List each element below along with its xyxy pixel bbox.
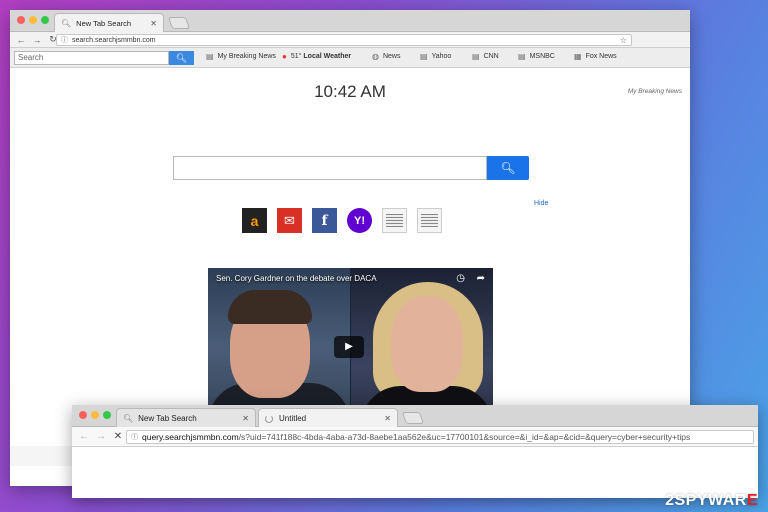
close-window-button[interactable]: [17, 16, 25, 24]
tab-label: New Tab Search: [138, 414, 197, 423]
toolbar-link-news[interactable]: ◍ News: [372, 52, 401, 61]
search-icon: 🔍︎: [500, 161, 516, 175]
toolbar-link-label: News: [382, 53, 401, 60]
search-icon: 🔍︎: [123, 414, 134, 423]
tab-label: Untitled: [279, 414, 307, 423]
toolbar-link-local-weather[interactable]: ● 51° Local Weather: [282, 52, 351, 61]
url-host: query.searchjsmmbn.com: [142, 432, 239, 442]
newspaper-icon: ▤: [472, 52, 480, 61]
toolbar-search-button[interactable]: 🔍︎: [169, 51, 194, 65]
info-icon: ⓘ: [61, 37, 68, 44]
search-icon: 🔍︎: [175, 53, 188, 63]
forward-icon[interactable]: →: [32, 35, 42, 45]
minimize-window-button[interactable]: [29, 16, 37, 24]
search-icon: 🔍︎: [61, 19, 72, 28]
tab-new-tab-search[interactable]: 🔍︎ New Tab Search ✕: [116, 408, 256, 428]
toolbar-link-msnbc[interactable]: ▤ MSNBC: [518, 52, 555, 61]
brand-label[interactable]: My Breaking News: [628, 88, 682, 95]
tab-new-tab-search[interactable]: 🔍︎ New Tab Search ✕: [54, 13, 164, 33]
tab-bar: 🔍︎ New Tab Search ✕: [10, 10, 690, 33]
address-bar: ← → ↻ ⓘ search.searchjsmmbn.com ☆: [10, 32, 690, 48]
yahoo-icon: Y!: [354, 214, 365, 227]
newspaper-icon: [386, 214, 403, 227]
globe-icon: ◍: [372, 52, 379, 61]
weather-icon: ●: [282, 52, 287, 61]
browser-window-secondary: 🔍︎ New Tab Search ✕ Untitled ✕ ← → ✕ ⓘ q…: [72, 405, 758, 498]
newspaper-icon: [421, 214, 438, 227]
main-search-input[interactable]: [173, 156, 487, 180]
quick-links: a ✉ f Y!: [242, 208, 442, 233]
url-input[interactable]: ⓘ search.searchjsmmbn.com ☆: [56, 34, 632, 46]
news-tile-1[interactable]: [382, 208, 407, 233]
address-bar: ← → ✕ ⓘ query.searchjsmmbn.com/s?uid=741…: [72, 427, 758, 447]
toolbar-link-label: My Breaking News: [217, 53, 276, 60]
news-tile-2[interactable]: [417, 208, 442, 233]
url-text: search.searchjsmmbn.com: [72, 36, 156, 44]
window-controls: [17, 16, 49, 24]
url-path: /s?uid=741f188c-4bda-4aba-a73d-8aebe1aa5…: [238, 432, 691, 442]
calendar-icon: ▦: [574, 52, 582, 61]
new-tab-button[interactable]: [401, 412, 425, 424]
share-icon[interactable]: ➦: [477, 273, 485, 284]
toolbar-link-yahoo[interactable]: ▤ Yahoo: [420, 52, 451, 61]
info-icon: ⓘ: [131, 434, 138, 441]
minimize-window-button[interactable]: [91, 411, 99, 419]
tab-untitled[interactable]: Untitled ✕: [258, 408, 398, 428]
newspaper-icon: ▤: [206, 52, 214, 61]
clock: 10:42 AM: [314, 82, 386, 101]
mail-icon: ✉: [284, 212, 295, 228]
back-icon[interactable]: ←: [79, 431, 89, 442]
bookmark-star-icon[interactable]: ☆: [620, 36, 627, 45]
watermark-logo: 2SPYWARE: [665, 492, 758, 509]
video-title: Sen. Cory Gardner on the debate over DAC…: [216, 274, 377, 283]
maximize-window-button[interactable]: [103, 411, 111, 419]
close-window-button[interactable]: [79, 411, 87, 419]
loading-spinner-icon: [265, 414, 273, 423]
toolbar-link-label: Fox News: [585, 53, 617, 60]
facebook-tile[interactable]: f: [312, 208, 337, 233]
hide-tiles-link[interactable]: Hide: [534, 200, 548, 207]
forward-icon[interactable]: →: [96, 431, 106, 442]
watch-later-icon[interactable]: ◷: [456, 273, 465, 284]
newspaper-icon: ▤: [420, 52, 428, 61]
facebook-icon: f: [321, 212, 328, 229]
tab-label: New Tab Search: [76, 19, 132, 28]
maximize-window-button[interactable]: [41, 16, 49, 24]
back-icon[interactable]: ←: [16, 35, 26, 45]
new-tab-button[interactable]: [167, 17, 191, 29]
gmail-tile[interactable]: ✉: [277, 208, 302, 233]
main-search-button[interactable]: 🔍︎: [487, 156, 529, 180]
toolbar-link-fox-news[interactable]: ▦ Fox News: [574, 52, 617, 61]
amazon-tile[interactable]: a: [242, 208, 267, 233]
tab-bar: 🔍︎ New Tab Search ✕ Untitled ✕: [72, 405, 758, 428]
extension-toolbar: Search 🔍︎ ▤ My Breaking News ● 51° Local…: [10, 48, 690, 68]
toolbar-search-input[interactable]: Search: [14, 51, 169, 65]
toolbar-link-label: MSNBC: [529, 53, 555, 60]
url-input[interactable]: ⓘ query.searchjsmmbn.com/s?uid=741f188c-…: [126, 430, 754, 444]
toolbar-link-label: Local Weather: [303, 53, 352, 60]
toolbar-link-my-breaking-news[interactable]: ▤ My Breaking News: [206, 52, 276, 61]
newspaper-icon: ▤: [518, 52, 526, 61]
stop-icon[interactable]: ✕: [113, 431, 123, 442]
window-controls: [79, 411, 111, 419]
weather-temperature: 51°: [290, 53, 302, 60]
toolbar-link-label: CNN: [483, 53, 499, 60]
toolbar-link-label: Yahoo: [431, 53, 452, 60]
close-icon[interactable]: ✕: [150, 19, 157, 28]
close-icon[interactable]: ✕: [384, 414, 391, 423]
toolbar-link-cnn[interactable]: ▤ CNN: [472, 52, 499, 61]
close-icon[interactable]: ✕: [242, 414, 249, 423]
play-icon[interactable]: ▶: [334, 336, 364, 358]
amazon-icon: a: [250, 212, 259, 229]
yahoo-tile[interactable]: Y!: [347, 208, 372, 233]
